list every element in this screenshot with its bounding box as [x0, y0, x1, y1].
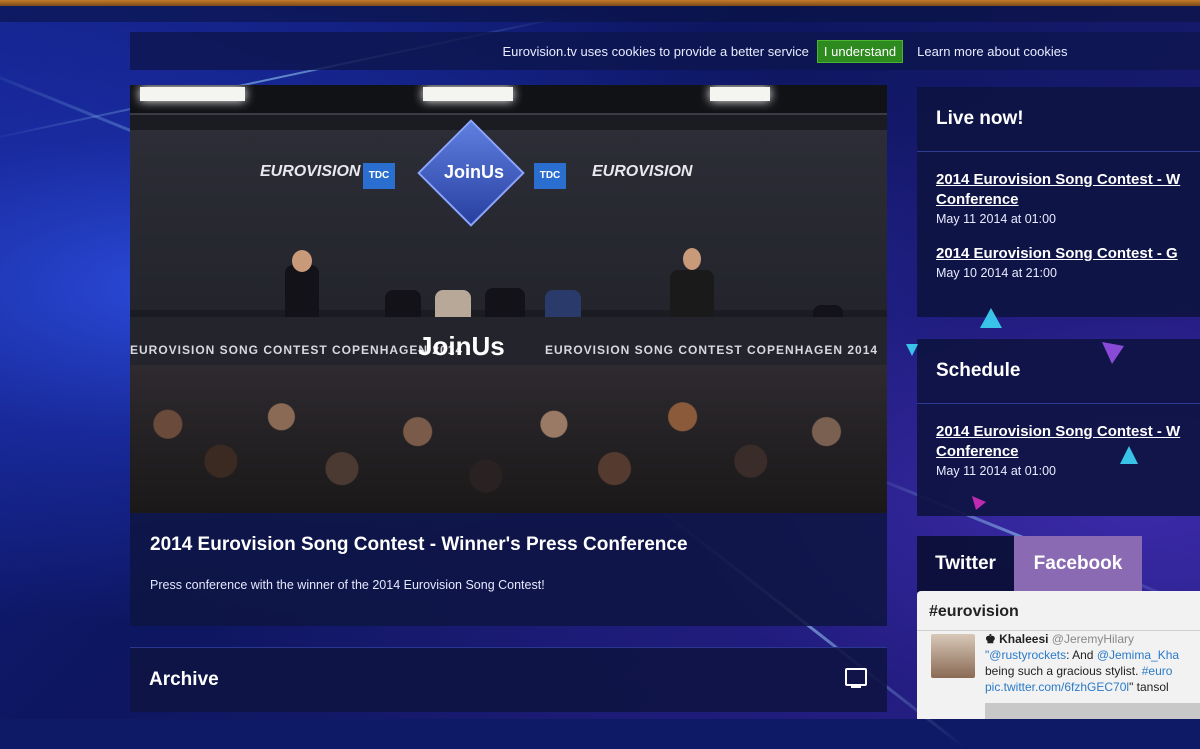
hashtag-link[interactable]: #euro — [1142, 664, 1173, 678]
tv-icon[interactable] — [845, 668, 867, 688]
decorative-shard — [1120, 446, 1138, 464]
brand-logo-right: EUROVISION — [592, 163, 693, 180]
mention-link[interactable]: "@rustyrockets — [985, 648, 1066, 662]
schedule-event-item[interactable]: 2014 Eurovision Song Contest - W Confere… — [936, 422, 1200, 478]
live-event-time: May 10 2014 at 21:00 — [936, 266, 1057, 280]
tab-twitter[interactable]: Twitter — [917, 536, 1014, 592]
tweet-image[interactable] — [985, 703, 1200, 719]
video-title: 2014 Eurovision Song Contest - Winner's … — [150, 534, 688, 555]
live-event-item[interactable]: 2014 Eurovision Song Contest - W Confere… — [936, 170, 1200, 226]
audience — [130, 365, 887, 513]
learn-more-cookies-link[interactable]: Learn more about cookies — [917, 44, 1067, 59]
stage-light — [140, 87, 245, 101]
panelist — [485, 288, 525, 320]
presenter-head — [292, 250, 312, 272]
pic-link[interactable]: pic.twitter.com/6fzhGEC70l — [985, 680, 1129, 694]
social-tabs: Twitter Facebook — [917, 536, 1200, 592]
tweet-text: being such a gracious stylist. — [985, 664, 1142, 678]
tweet-handle: @JeremyHilary — [1051, 632, 1134, 646]
live-event-link[interactable]: 2014 Eurovision Song Contest - G — [936, 244, 1200, 264]
accept-cookies-button[interactable]: I understand — [816, 39, 904, 63]
live-now-title: Live now! — [936, 108, 1024, 129]
live-now-header: Live now! — [917, 87, 1200, 152]
tweet-text: : And — [1066, 648, 1097, 662]
crown-icon: ♚ — [985, 632, 1000, 646]
stage-light — [423, 87, 513, 101]
panelist — [435, 290, 471, 320]
tweet-text-line: "@rustyrockets: And @Jemima_Kha — [985, 648, 1179, 662]
tweet-text-line: being such a gracious stylist. #euro — [985, 664, 1172, 678]
schedule-event-link[interactable]: 2014 Eurovision Song Contest - W — [936, 422, 1200, 442]
joinus-logo-text: JoinUs — [443, 162, 504, 182]
video-player[interactable]: EUROVISION TDC JoinUs TDC EUROVISION EUR… — [130, 85, 887, 513]
site-header-strip — [0, 6, 1200, 22]
video-description: Press conference with the winner of the … — [150, 578, 545, 592]
live-now-panel: Live now! 2014 Eurovision Song Contest -… — [917, 87, 1200, 317]
live-event-time: May 11 2014 at 01:00 — [936, 212, 1056, 226]
live-event-link-line2[interactable]: Conference — [936, 190, 1200, 210]
decorative-shard — [972, 496, 986, 510]
hashtag-title: #eurovision — [929, 603, 1019, 620]
desk-banner-left: EUROVISION SONG CONTEST COPENHAGEN 2014 — [130, 343, 464, 357]
desk-banner-right: EUROVISION SONG CONTEST COPENHAGEN 2014 — [545, 343, 879, 357]
schedule-header: Schedule — [917, 339, 1200, 404]
desk-joinus-logo: JoinUs — [418, 331, 505, 361]
video-caption: 2014 Eurovision Song Contest - Winner's … — [130, 513, 887, 626]
schedule-event-link-line2[interactable]: Conference — [936, 442, 1200, 462]
divider — [917, 630, 1200, 631]
archive-title: Archive — [149, 669, 219, 690]
panelist — [385, 290, 421, 320]
decorative-shard — [980, 308, 1002, 328]
tweet-text-line: pic.twitter.com/6fzhGEC70l" tansol — [985, 680, 1169, 694]
sponsor-logo: TDC — [534, 163, 566, 189]
schedule-event-time: May 11 2014 at 01:00 — [936, 464, 1056, 478]
cookie-message: Eurovision.tv uses cookies to provide a … — [502, 43, 809, 59]
presenter-head — [683, 248, 701, 270]
sponsor-logo: TDC — [363, 163, 395, 189]
archive-panel[interactable]: Archive — [130, 647, 887, 712]
brand-logo-left: EUROVISION — [260, 163, 361, 180]
live-event-item[interactable]: 2014 Eurovision Song Contest - G May 10 … — [936, 244, 1200, 280]
cookie-banner: Eurovision.tv uses cookies to provide a … — [130, 32, 1200, 70]
tab-facebook[interactable]: Facebook — [1014, 536, 1142, 592]
live-event-link[interactable]: 2014 Eurovision Song Contest - W — [936, 170, 1200, 190]
tweet-text: " tansol — [1129, 680, 1169, 694]
tweet-author[interactable]: ♚ Khaleesi @JeremyHilary — [985, 632, 1134, 646]
stage-light — [710, 87, 770, 101]
tweet-user-name: Khaleesi — [999, 632, 1049, 646]
decorative-shard — [1102, 342, 1124, 364]
panelist — [545, 290, 581, 320]
schedule-title: Schedule — [936, 360, 1021, 381]
avatar[interactable] — [931, 634, 975, 678]
twitter-widget: #eurovision ♚ Khaleesi @JeremyHilary "@r… — [917, 591, 1200, 719]
decorative-shard — [906, 344, 918, 356]
schedule-panel: Schedule 2014 Eurovision Song Contest - … — [917, 339, 1200, 516]
mention-link[interactable]: @Jemima_Kha — [1097, 648, 1179, 662]
